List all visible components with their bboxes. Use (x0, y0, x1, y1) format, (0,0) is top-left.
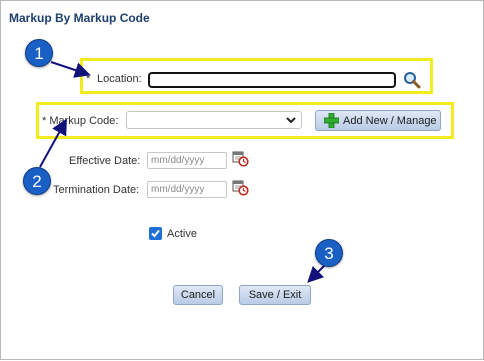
annotation-arrows (39, 61, 326, 283)
callout-3: 3 (315, 239, 343, 267)
callout-1: 1 (25, 39, 53, 67)
callout-2: 2 (23, 167, 51, 195)
markup-dialog: Markup By Markup Code * Location: * Mark… (0, 0, 484, 360)
arrow-2 (39, 118, 67, 168)
arrow-1 (50, 61, 91, 78)
arrow-3 (307, 264, 326, 283)
